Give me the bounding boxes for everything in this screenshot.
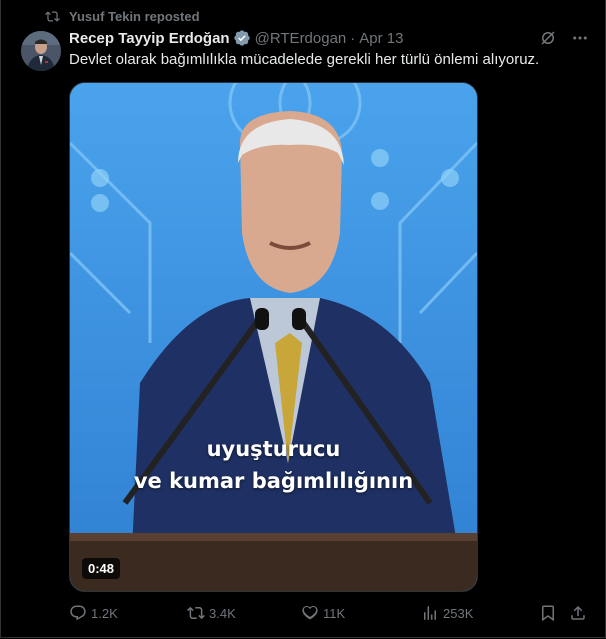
- retweet-icon: [187, 606, 205, 620]
- tweet-text: Devlet olarak bağımlılıkla mücadelede ge…: [69, 51, 540, 68]
- repost-indicator[interactable]: Yusuf Tekin reposted: [45, 8, 200, 24]
- heart-icon: [302, 605, 318, 620]
- views-button[interactable]: 253K: [421, 604, 473, 622]
- views-count: 253K: [443, 605, 474, 621]
- video-caption: uyuşturucu ve kumar bağımlılığının: [70, 433, 477, 497]
- like-button[interactable]: 11K: [301, 604, 345, 622]
- grok-icon[interactable]: [539, 29, 557, 47]
- reply-icon: [70, 605, 86, 621]
- avatar[interactable]: [21, 31, 61, 71]
- more-options-icon[interactable]: [571, 29, 589, 47]
- video-duration: 0:48: [82, 558, 121, 579]
- like-count: 11K: [323, 605, 346, 621]
- bookmark-icon: [542, 605, 554, 622]
- video-frame: [70, 83, 477, 591]
- separator-dot: ·: [350, 29, 356, 47]
- action-bar: 1.2K 3.4K 11K 253K: [69, 603, 591, 623]
- author-handle[interactable]: @RTErdogan: [255, 30, 347, 47]
- share-button[interactable]: [569, 604, 587, 622]
- bookmark-button[interactable]: [539, 604, 557, 622]
- caption-line-2: ve kumar bağımlılığının: [133, 469, 414, 493]
- reply-button[interactable]: 1.2K: [69, 604, 118, 622]
- verified-badge-icon[interactable]: [233, 29, 251, 47]
- tweet-container[interactable]: Yusuf Tekin reposted Recep Tayyip Erdoğa…: [0, 0, 606, 638]
- tweet-date[interactable]: Apr 13: [359, 30, 403, 47]
- author-name[interactable]: Recep Tayyip Erdoğan: [69, 30, 230, 47]
- repost-count: 3.4K: [209, 605, 236, 621]
- repost-button[interactable]: 3.4K: [187, 604, 236, 622]
- video-player[interactable]: uyuşturucu ve kumar bağımlılığının 0:48: [69, 82, 478, 592]
- analytics-icon: [424, 606, 436, 620]
- share-icon: [571, 605, 585, 620]
- avatar-image: [21, 31, 61, 71]
- reply-count: 1.2K: [91, 605, 118, 621]
- repost-label: Yusuf Tekin reposted: [69, 8, 200, 24]
- repost-icon: [45, 10, 60, 22]
- caption-line-1: uyuşturucu: [206, 437, 341, 461]
- tweet-header: Recep Tayyip Erdoğan @RTErdogan · Apr 13: [69, 28, 589, 48]
